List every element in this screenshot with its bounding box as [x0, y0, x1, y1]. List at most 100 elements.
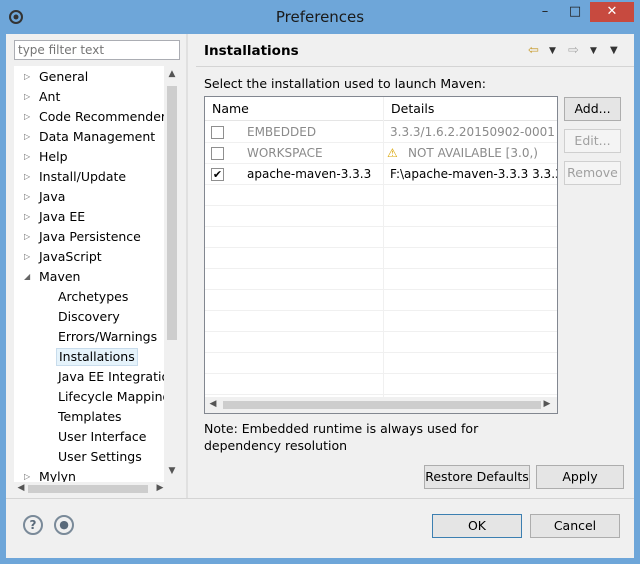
- column-divider: [383, 97, 384, 397]
- table-row[interactable]: WORKSPACE ⚠ NOT AVAILABLE [3.0,): [205, 143, 557, 164]
- tree-item[interactable]: Archetypes: [14, 288, 164, 308]
- restore-defaults-button[interactable]: Restore Defaults: [424, 465, 530, 489]
- tree-item[interactable]: ▷ Install/Update: [14, 168, 164, 188]
- table-row[interactable]: [205, 311, 557, 332]
- panel-splitter[interactable]: [186, 34, 188, 498]
- scroll-right-icon[interactable]: ▶: [541, 399, 553, 409]
- scroll-thumb[interactable]: [28, 485, 148, 493]
- tree-item[interactable]: ▷ JavaScript: [14, 248, 164, 268]
- collapsed-arrow-icon[interactable]: ▷: [24, 148, 34, 168]
- back-menu-icon[interactable]: ▼: [549, 46, 556, 56]
- tree-item[interactable]: ▷ Help: [14, 148, 164, 168]
- table-row[interactable]: [205, 185, 557, 206]
- installation-checkbox[interactable]: ✔: [211, 168, 224, 181]
- view-menu-icon[interactable]: ▼: [610, 45, 618, 56]
- tree-item-label: Lifecycle Mapping: [58, 389, 164, 404]
- remove-button[interactable]: Remove: [564, 161, 621, 185]
- scroll-thumb[interactable]: [223, 401, 541, 409]
- import-export-icon[interactable]: ●: [54, 515, 74, 535]
- installation-name: WORKSPACE: [247, 146, 323, 160]
- tree-item[interactable]: User Interface: [14, 428, 164, 448]
- table-header: Name Details: [205, 97, 557, 121]
- tree-item[interactable]: ◢ Maven: [14, 268, 164, 288]
- tree-item[interactable]: ▷ Ant: [14, 88, 164, 108]
- tree-item-label: Errors/Warnings: [58, 329, 158, 344]
- tree-item[interactable]: Errors/Warnings: [14, 328, 164, 348]
- table-row[interactable]: [205, 269, 557, 290]
- table-row[interactable]: [205, 332, 557, 353]
- collapsed-arrow-icon[interactable]: ▷: [24, 248, 34, 268]
- collapsed-arrow-icon[interactable]: ▷: [24, 188, 34, 208]
- installation-details: NOT AVAILABLE [3.0,): [408, 146, 538, 160]
- tree-item-label: JavaScript: [39, 249, 102, 264]
- collapsed-arrow-icon[interactable]: ▷: [24, 88, 34, 108]
- tree-list: ▷ General ▷ Ant ▷ Code Recommenders ▷ Data Mana…: [14, 66, 164, 482]
- collapsed-arrow-icon[interactable]: ▷: [24, 68, 34, 88]
- collapsed-arrow-icon[interactable]: ▷: [24, 108, 34, 128]
- table-row[interactable]: [205, 374, 557, 395]
- table-horizontal-scrollbar[interactable]: ◀ ▶: [205, 397, 557, 413]
- table-row[interactable]: [205, 290, 557, 311]
- forward-arrow-icon[interactable]: ⇨: [568, 43, 579, 58]
- tree-item[interactable]: ▷ Mylyn: [14, 468, 164, 482]
- title-bar[interactable]: Preferences – □ ✕: [0, 0, 640, 34]
- scroll-left-icon[interactable]: ◀: [15, 483, 27, 493]
- tree-item-label: Data Management: [39, 129, 156, 144]
- collapsed-arrow-icon[interactable]: ▷: [24, 168, 34, 188]
- forward-menu-icon[interactable]: ▼: [590, 46, 597, 56]
- expanded-arrow-icon[interactable]: ◢: [24, 268, 34, 288]
- tree-item[interactable]: Discovery: [14, 308, 164, 328]
- table-row[interactable]: [205, 206, 557, 227]
- tree-item[interactable]: Java EE Integration: [14, 368, 164, 388]
- tree-item[interactable]: ▷ Java: [14, 188, 164, 208]
- installation-checkbox[interactable]: [211, 147, 224, 160]
- filter-input[interactable]: [14, 40, 180, 60]
- tree-vertical-scrollbar[interactable]: ▲ ▼: [164, 66, 180, 482]
- tree-item-label: User Settings: [58, 449, 142, 464]
- scroll-down-icon[interactable]: ▼: [166, 466, 178, 476]
- column-header-name[interactable]: Name: [205, 97, 383, 121]
- tree-item-label: Ant: [39, 89, 61, 104]
- back-arrow-icon[interactable]: ⇦: [528, 43, 539, 58]
- scroll-up-icon[interactable]: ▲: [166, 69, 178, 79]
- scroll-right-icon[interactable]: ▶: [154, 483, 166, 493]
- table-row[interactable]: ✔ apache-maven-3.3.3 F:\apache-maven-3.3.3…: [205, 164, 557, 185]
- minimize-button[interactable]: –: [532, 2, 558, 22]
- tree-item[interactable]: User Settings: [14, 448, 164, 468]
- collapsed-arrow-icon[interactable]: ▷: [24, 128, 34, 148]
- installation-name: EMBEDDED: [247, 125, 317, 139]
- tree-item[interactable]: ▷ Java EE: [14, 208, 164, 228]
- table-row[interactable]: [205, 353, 557, 374]
- tree-item[interactable]: Lifecycle Mapping: [14, 388, 164, 408]
- tree-item[interactable]: Templates: [14, 408, 164, 428]
- ok-button[interactable]: OK: [432, 514, 522, 538]
- installation-checkbox[interactable]: [211, 126, 224, 139]
- tree-horizontal-scrollbar[interactable]: ◀ ▶: [14, 482, 180, 496]
- add-button[interactable]: Add...: [564, 97, 621, 121]
- table-row[interactable]: [205, 248, 557, 269]
- installation-name: apache-maven-3.3.3: [247, 167, 372, 181]
- edit-button[interactable]: Edit...: [564, 129, 621, 153]
- table-row[interactable]: [205, 227, 557, 248]
- help-icon[interactable]: ?: [23, 515, 43, 535]
- table-row[interactable]: EMBEDDED 3.3.3/1.6.2.20150902-0001: [205, 122, 557, 143]
- close-button[interactable]: ✕: [590, 2, 634, 22]
- collapsed-arrow-icon[interactable]: ▷: [24, 208, 34, 228]
- tree-item[interactable]: ▷ Code Recommenders: [14, 108, 164, 128]
- scroll-left-icon[interactable]: ◀: [207, 399, 219, 409]
- installation-details: F:\apache-maven-3.3.3 3.3.3: [390, 167, 557, 181]
- cancel-button[interactable]: Cancel: [530, 514, 620, 538]
- divider: [6, 498, 634, 499]
- tree-item-label: Maven: [39, 269, 81, 284]
- tree-item[interactable]: Installations: [14, 348, 164, 368]
- column-header-details[interactable]: Details: [384, 97, 557, 121]
- scroll-thumb[interactable]: [167, 86, 177, 340]
- tree-item[interactable]: ▷ General: [14, 68, 164, 88]
- collapsed-arrow-icon[interactable]: ▷: [24, 228, 34, 248]
- tree-item-label: Install/Update: [39, 169, 127, 184]
- collapsed-arrow-icon[interactable]: ▷: [24, 468, 34, 482]
- tree-item[interactable]: ▷ Java Persistence: [14, 228, 164, 248]
- tree-item[interactable]: ▷ Data Management: [14, 128, 164, 148]
- maximize-button[interactable]: □: [562, 2, 588, 22]
- apply-button[interactable]: Apply: [536, 465, 624, 489]
